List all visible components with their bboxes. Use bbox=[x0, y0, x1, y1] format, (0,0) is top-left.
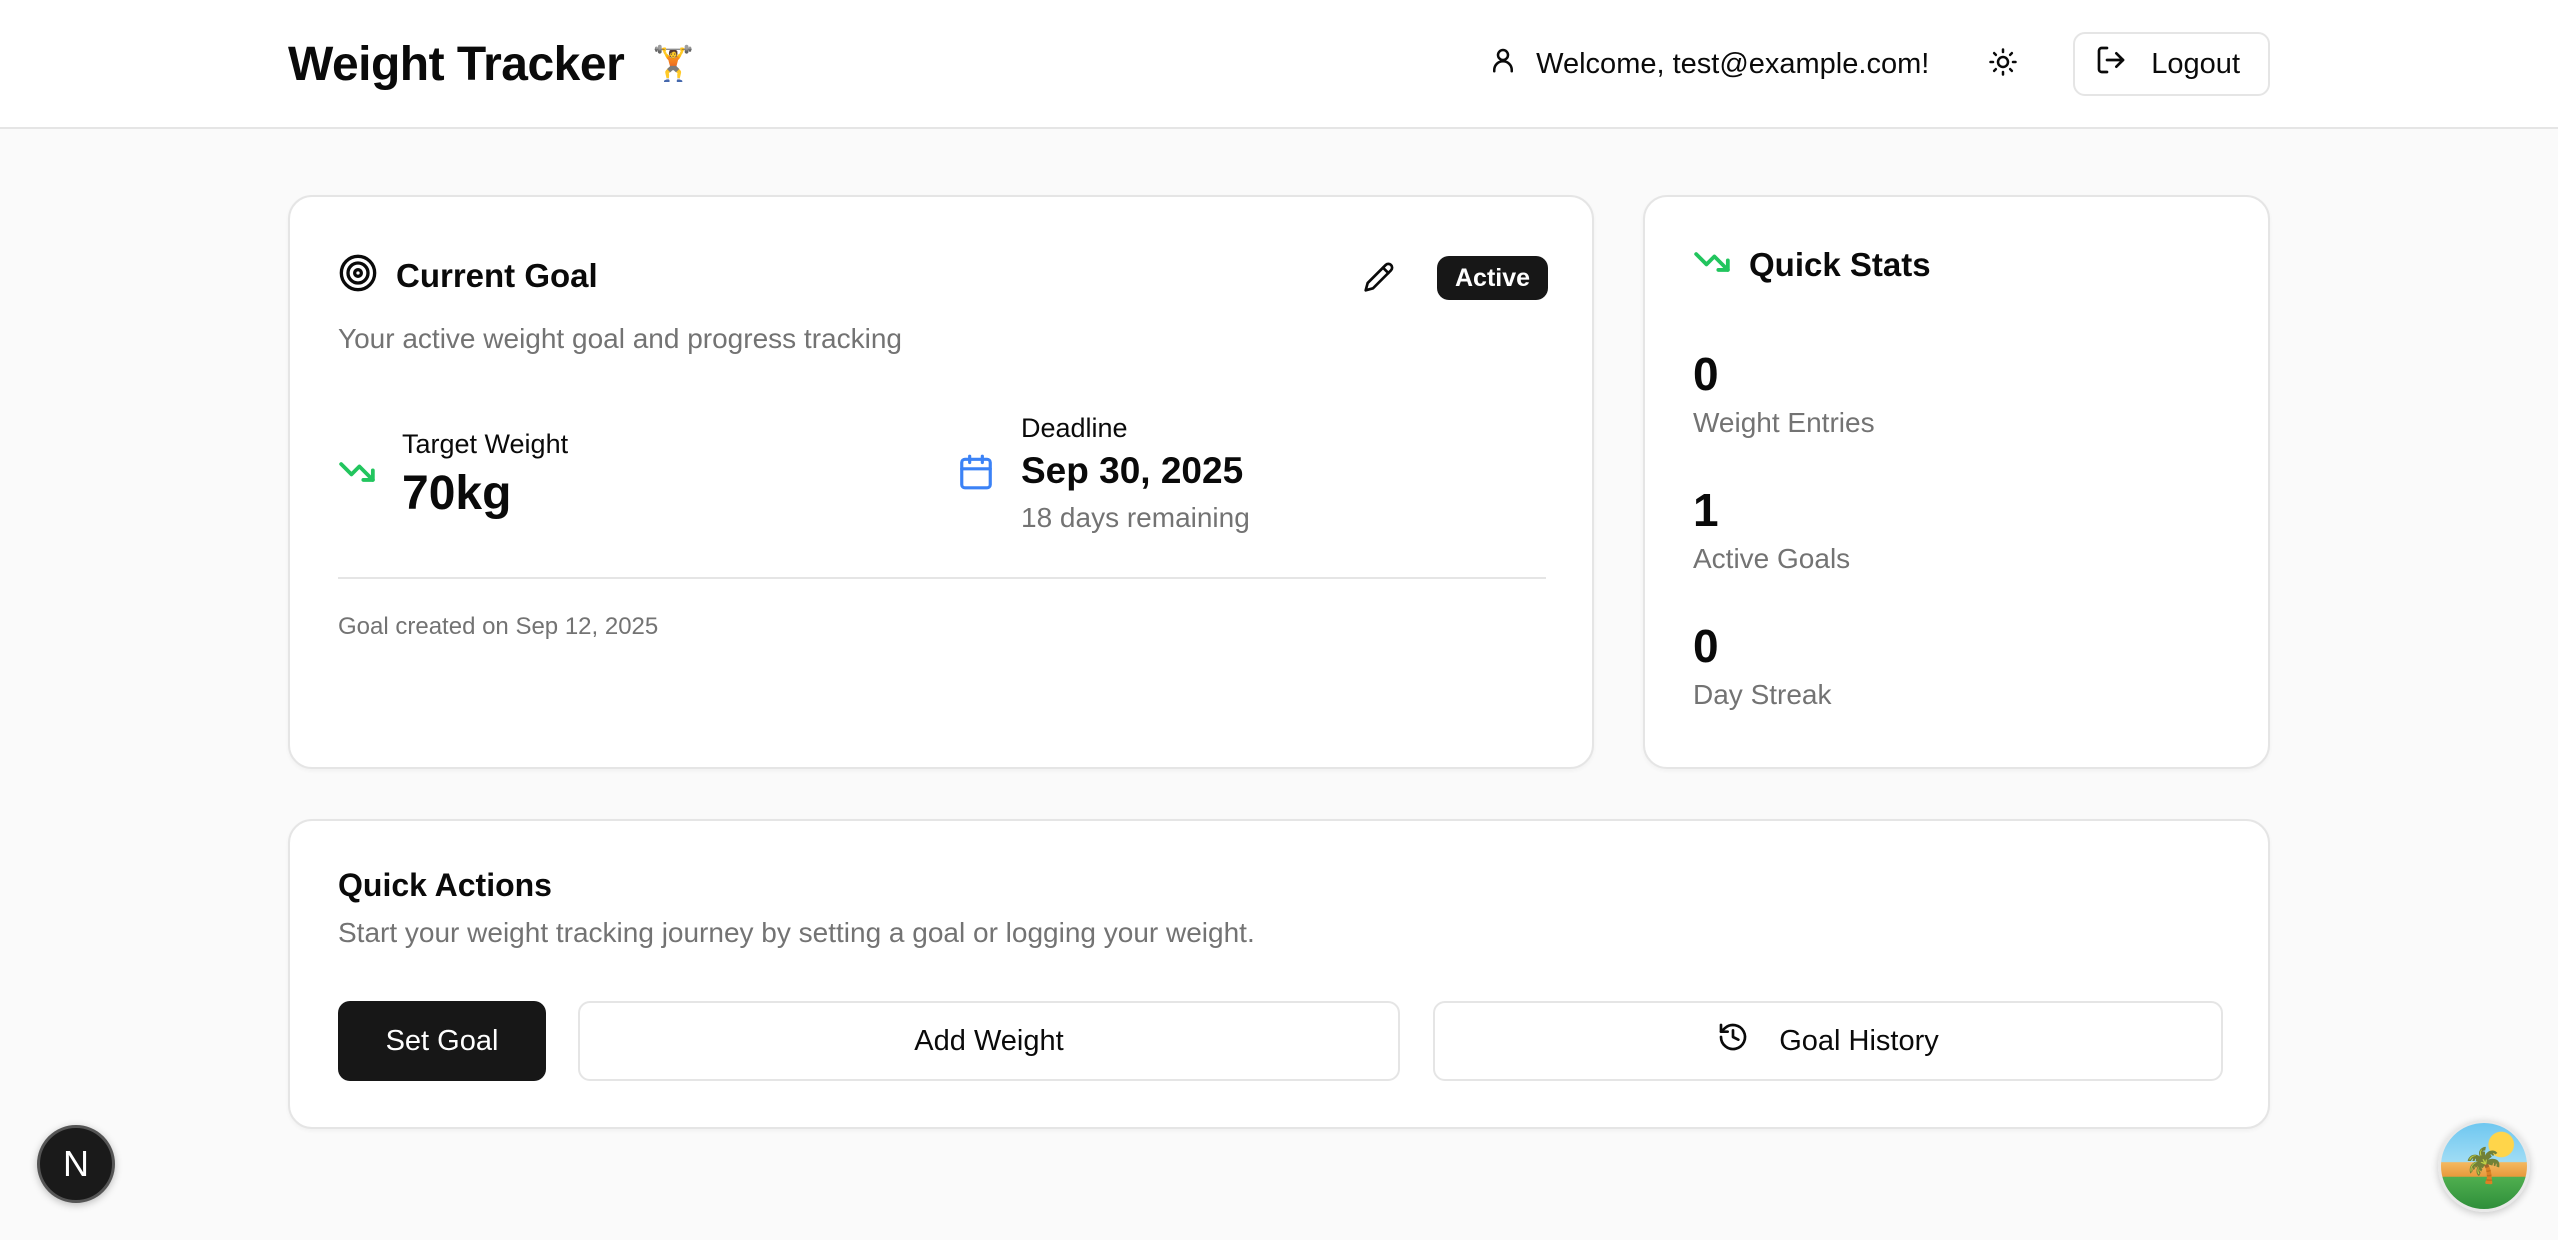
goal-history-label: Goal History bbox=[1779, 1024, 1939, 1057]
actions-description: Start your weight tracking journey by se… bbox=[338, 917, 1255, 948]
stats-card-header: Quick Stats bbox=[1693, 243, 1931, 286]
stat-label: Day Streak bbox=[1693, 679, 1832, 710]
current-goal-card: Current Goal Active Your active weight g… bbox=[288, 195, 1594, 769]
quick-stats-card: Quick Stats 0 Weight Entries 1 Active Go… bbox=[1643, 195, 2270, 769]
stat-value: 0 bbox=[1693, 620, 1719, 672]
status-badge: Active bbox=[1437, 256, 1549, 300]
stat-value: 0 bbox=[1693, 348, 1719, 400]
deadline-label: Deadline bbox=[1021, 413, 1128, 443]
stat-active-goals: 1 Active Goals bbox=[1693, 483, 1850, 575]
set-goal-button[interactable]: Set Goal bbox=[338, 1001, 546, 1081]
goal-description: Your active weight goal and progress tra… bbox=[338, 323, 902, 354]
welcome-message: Welcome, test@example.com! bbox=[1488, 45, 1929, 83]
nextjs-dev-badge[interactable]: N bbox=[37, 1125, 115, 1203]
target-weight-label: Target Weight bbox=[402, 429, 569, 459]
app-header: Weight Tracker 🏋️ Welcome, test@example.… bbox=[0, 0, 2558, 129]
welcome-text: Welcome, test@example.com! bbox=[1536, 47, 1930, 80]
assistant-avatar-icon[interactable]: 🌴 bbox=[2438, 1120, 2530, 1212]
actions-title: Quick Actions bbox=[338, 867, 552, 903]
days-remaining: 18 days remaining bbox=[1021, 502, 1250, 533]
goal-created-date: Goal created on Sep 12, 2025 bbox=[338, 613, 659, 640]
goal-history-button[interactable]: Goal History bbox=[1433, 1001, 2223, 1081]
goal-card-header: Current Goal bbox=[338, 253, 598, 298]
quick-actions-card: Quick Actions Start your weight tracking… bbox=[288, 819, 2270, 1129]
brand: Weight Tracker 🏋️ bbox=[288, 34, 695, 94]
weightlifter-emoji: 🏋️ bbox=[652, 45, 695, 83]
trending-down-icon bbox=[1693, 243, 1731, 286]
stat-weight-entries: 0 Weight Entries bbox=[1693, 347, 1875, 439]
nextjs-logo-icon: N bbox=[63, 1143, 89, 1184]
goal-title: Current Goal bbox=[396, 256, 598, 294]
sun-icon bbox=[1988, 47, 2018, 82]
calendar-icon bbox=[957, 453, 1005, 496]
pencil-icon bbox=[1363, 261, 1395, 298]
trending-down-icon bbox=[338, 453, 386, 496]
add-weight-button[interactable]: Add Weight bbox=[578, 1001, 1400, 1081]
divider bbox=[338, 577, 1546, 579]
deadline-metric: Deadline Sep 30, 2025 18 days remaining bbox=[957, 413, 1250, 534]
stats-title: Quick Stats bbox=[1749, 245, 1931, 283]
app-title: Weight Tracker bbox=[288, 37, 625, 91]
stat-label: Weight Entries bbox=[1693, 407, 1875, 438]
history-icon bbox=[1717, 1021, 1749, 1061]
user-icon bbox=[1488, 45, 1518, 83]
theme-toggle-button[interactable] bbox=[1979, 40, 2027, 88]
stat-label: Active Goals bbox=[1693, 543, 1851, 574]
target-weight-value: 70kg bbox=[402, 467, 512, 520]
stat-day-streak: 0 Day Streak bbox=[1693, 619, 1832, 711]
user-area: Welcome, test@example.com! Logout bbox=[1488, 32, 2270, 96]
edit-goal-button[interactable] bbox=[1355, 255, 1403, 303]
stat-value: 1 bbox=[1693, 484, 1719, 536]
target-icon bbox=[338, 253, 378, 298]
target-weight-metric: Target Weight 70kg bbox=[338, 429, 568, 521]
logout-icon bbox=[2095, 44, 2127, 84]
logout-button[interactable]: Logout bbox=[2073, 32, 2270, 96]
logout-label: Logout bbox=[2151, 47, 2240, 80]
deadline-value: Sep 30, 2025 bbox=[1021, 450, 1244, 491]
